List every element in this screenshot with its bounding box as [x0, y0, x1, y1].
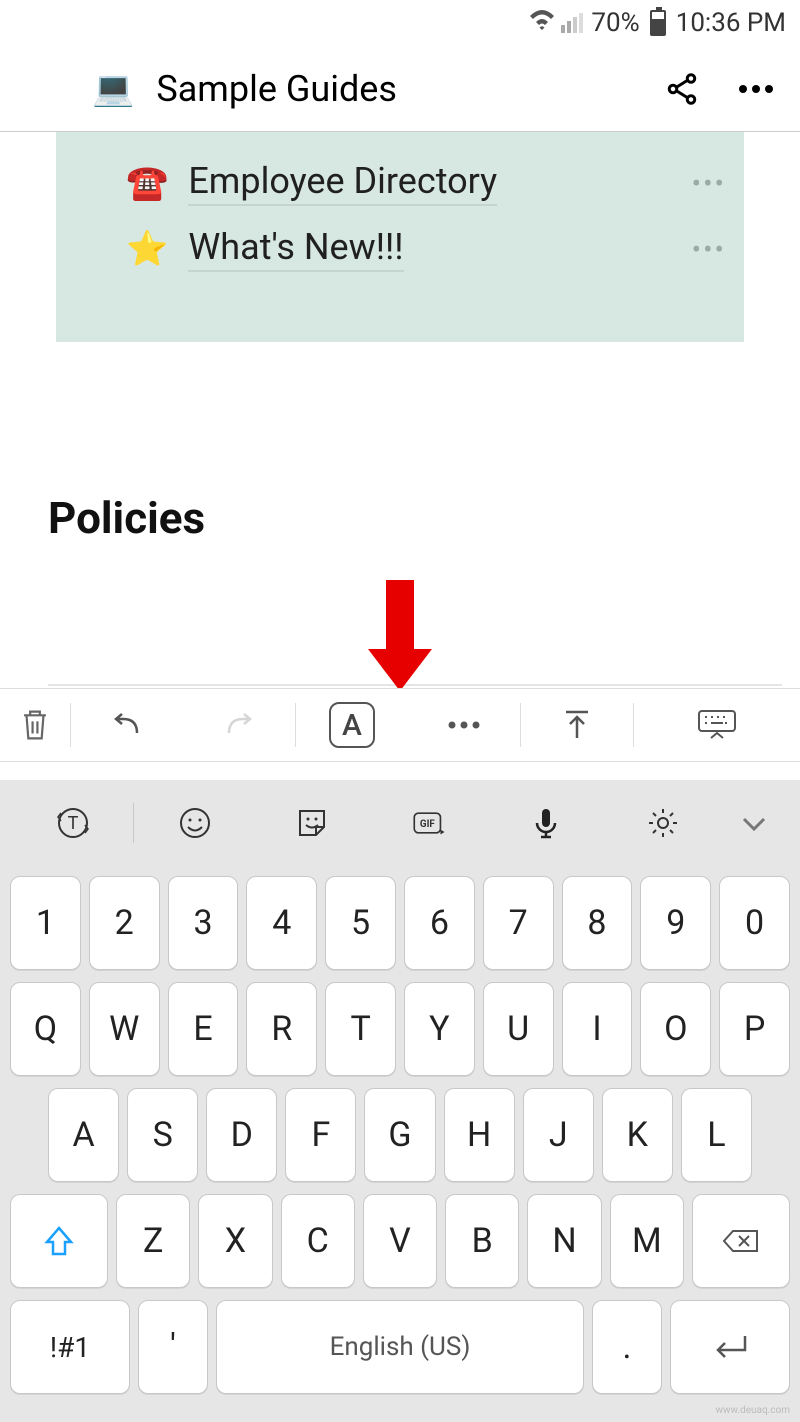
battery-percent: 70%: [591, 8, 639, 38]
space-key[interactable]: English (US): [216, 1300, 584, 1394]
backspace-key[interactable]: [692, 1194, 790, 1288]
wifi-icon: [529, 8, 555, 38]
page-title: Sample Guides: [156, 68, 634, 110]
key[interactable]: N: [527, 1194, 601, 1288]
item-more-icon[interactable]: •••: [692, 167, 726, 200]
key[interactable]: Z: [116, 1194, 190, 1288]
link-card: ☎️ Employee Directory ••• ⭐ What's New!!…: [56, 132, 744, 342]
key[interactable]: 5: [325, 876, 396, 970]
key[interactable]: W: [89, 982, 160, 1076]
more-format-button[interactable]: [408, 689, 520, 761]
hide-keyboard-button[interactable]: [634, 689, 800, 761]
key[interactable]: P: [719, 982, 790, 1076]
annotation-arrow-icon: [368, 580, 432, 691]
emoji-button[interactable]: [138, 805, 251, 841]
text-format-button[interactable]: A: [296, 689, 408, 761]
shift-key[interactable]: [10, 1194, 108, 1288]
letter-a-icon: A: [329, 702, 375, 748]
key[interactable]: T: [325, 982, 396, 1076]
link-employee-directory[interactable]: Employee Directory: [188, 160, 497, 206]
list-item: ☎️ Employee Directory •••: [126, 150, 726, 216]
voice-button[interactable]: [490, 805, 603, 841]
key[interactable]: R: [246, 982, 317, 1076]
text-tool-button[interactable]: T: [16, 805, 129, 841]
key[interactable]: S: [127, 1088, 198, 1182]
key[interactable]: K: [602, 1088, 673, 1182]
key[interactable]: 4: [246, 876, 317, 970]
key[interactable]: D: [206, 1088, 277, 1182]
collapse-button[interactable]: [724, 805, 784, 841]
status-bar: 70% 10:36 PM: [0, 0, 800, 46]
phone-icon: ☎️: [126, 163, 168, 203]
key[interactable]: 3: [168, 876, 239, 970]
key[interactable]: 0: [719, 876, 790, 970]
undo-button[interactable]: [71, 689, 183, 761]
app-bar: 💻 Sample Guides: [0, 46, 800, 132]
scroll-top-button[interactable]: [521, 689, 633, 761]
period-key[interactable]: .: [592, 1300, 662, 1394]
trash-button[interactable]: [0, 689, 70, 761]
apostrophe-key[interactable]: ': [138, 1300, 208, 1394]
more-button[interactable]: [730, 63, 782, 115]
key[interactable]: Q: [10, 982, 81, 1076]
key[interactable]: 8: [562, 876, 633, 970]
battery-icon: [650, 10, 666, 36]
svg-text:T: T: [67, 813, 78, 834]
section-heading[interactable]: Policies: [48, 492, 800, 544]
clock-time: 10:36 PM: [676, 8, 786, 38]
key[interactable]: M: [610, 1194, 684, 1288]
laptop-icon: 💻: [92, 69, 134, 109]
settings-button[interactable]: [607, 805, 720, 841]
list-item: ⭐ What's New!!! •••: [126, 216, 726, 282]
key[interactable]: V: [363, 1194, 437, 1288]
menu-button[interactable]: [18, 63, 70, 115]
sticker-button[interactable]: [255, 805, 368, 841]
key[interactable]: U: [483, 982, 554, 1076]
key[interactable]: F: [285, 1088, 356, 1182]
key[interactable]: E: [168, 982, 239, 1076]
svg-text:GIF: GIF: [420, 819, 436, 830]
key[interactable]: H: [444, 1088, 515, 1182]
symbols-key[interactable]: !#1: [10, 1300, 130, 1394]
key[interactable]: 6: [404, 876, 475, 970]
key[interactable]: I: [562, 982, 633, 1076]
share-button[interactable]: [656, 63, 708, 115]
keyboard-toolbar: T GIF: [0, 780, 800, 866]
key[interactable]: A: [48, 1088, 119, 1182]
key[interactable]: J: [523, 1088, 594, 1182]
key[interactable]: Y: [404, 982, 475, 1076]
key[interactable]: L: [681, 1088, 752, 1182]
key[interactable]: B: [445, 1194, 519, 1288]
gif-button[interactable]: GIF: [373, 805, 486, 841]
keyboard: 1234567890 QWERTYUIOP ASDFGHJKL Z X C V …: [0, 866, 800, 1422]
key[interactable]: C: [281, 1194, 355, 1288]
enter-key[interactable]: [670, 1300, 790, 1394]
key[interactable]: 1: [10, 876, 81, 970]
key[interactable]: 7: [483, 876, 554, 970]
watermark: www.deuaq.com: [716, 1405, 791, 1416]
signal-icon: [561, 13, 583, 33]
format-toolbar: A: [0, 688, 800, 762]
key[interactable]: X: [198, 1194, 272, 1288]
key[interactable]: 9: [640, 876, 711, 970]
key[interactable]: 2: [89, 876, 160, 970]
link-whats-new[interactable]: What's New!!!: [188, 226, 403, 272]
key[interactable]: G: [364, 1088, 435, 1182]
star-icon: ⭐: [126, 229, 168, 269]
key[interactable]: O: [640, 982, 711, 1076]
item-more-icon[interactable]: •••: [692, 233, 726, 266]
redo-button[interactable]: [183, 689, 295, 761]
